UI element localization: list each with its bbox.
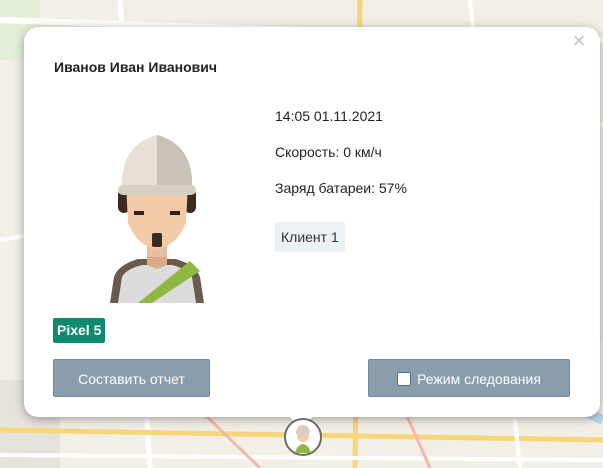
follow-mode-button[interactable]: Режим следования — [368, 359, 570, 397]
follow-mode-label: Режим следования — [417, 371, 541, 387]
device-badge: Pixel 5 — [53, 318, 106, 343]
user-info-popup: × Иванов Иван Иванович 14:05 01.11.2021 … — [24, 27, 600, 417]
user-name: Иванов Иван Иванович — [54, 59, 218, 75]
close-icon[interactable]: × — [570, 30, 588, 52]
client-tag: Клиент 1 — [275, 222, 345, 252]
user-avatar — [110, 135, 204, 303]
user-location-marker[interactable] — [283, 417, 323, 457]
create-report-button[interactable]: Составить отчет — [53, 359, 210, 397]
follow-mode-checkbox[interactable] — [397, 372, 412, 386]
battery-text: Заряд батареи: 57% — [275, 180, 407, 196]
speed-text: Скорость: 0 км/ч — [275, 144, 382, 160]
status-info: 14:05 01.11.2021 Скорость: 0 км/ч Заряд … — [275, 105, 407, 213]
datetime-text: 14:05 01.11.2021 — [275, 108, 383, 124]
